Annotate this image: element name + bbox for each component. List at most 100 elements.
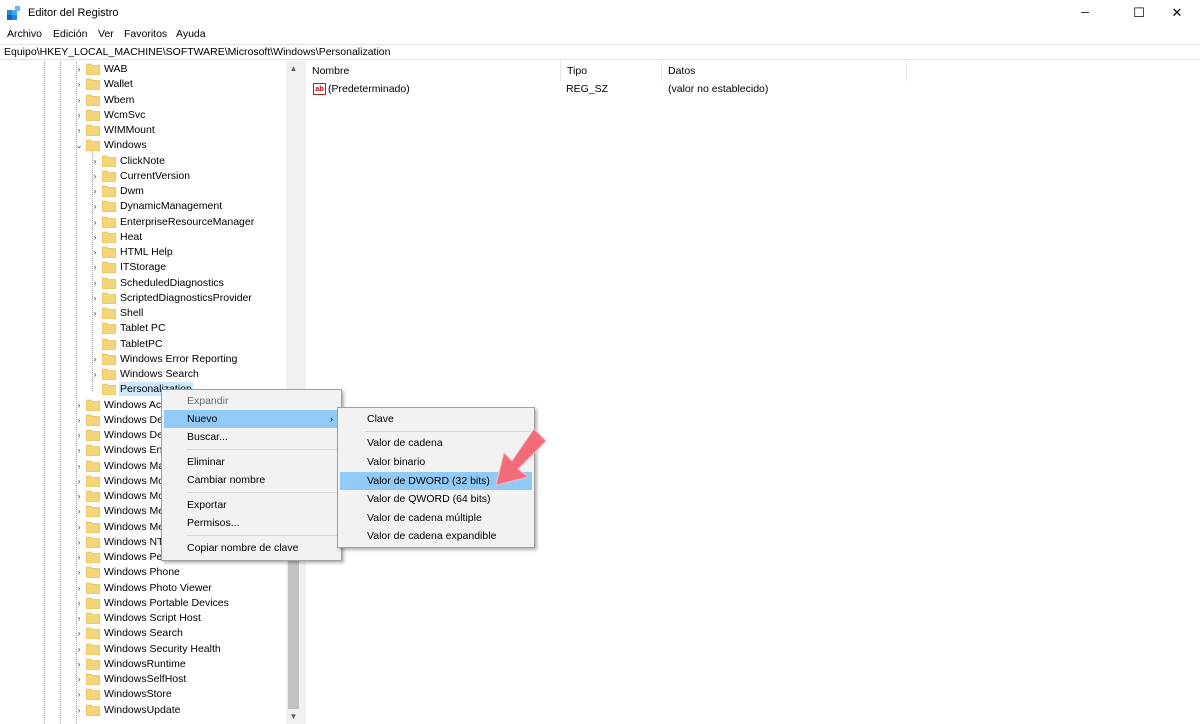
tree-node[interactable]: › Windows Script Host bbox=[0, 611, 286, 626]
menu-edicion[interactable]: Edición bbox=[53, 28, 87, 40]
collapsed-chevron-icon[interactable]: › bbox=[74, 110, 84, 120]
tree-node[interactable]: › WcmSvc bbox=[0, 108, 286, 123]
close-button[interactable]: ✕ bbox=[1154, 0, 1200, 26]
column-header-tipo[interactable]: Tipo bbox=[561, 61, 662, 81]
scroll-down-icon[interactable]: ▼ bbox=[286, 709, 301, 724]
tree-node[interactable]: › CurrentVersion bbox=[0, 169, 286, 184]
collapsed-chevron-icon[interactable]: › bbox=[74, 659, 84, 669]
tree-node[interactable]: › WIMMount bbox=[0, 123, 286, 138]
collapsed-chevron-icon[interactable]: › bbox=[74, 64, 84, 74]
tree-node[interactable]: › Windows Phone bbox=[0, 565, 286, 580]
menu-archivo[interactable]: Archivo bbox=[7, 28, 42, 40]
submenu-item-cadena-expandible[interactable]: Valor de cadena expandible bbox=[340, 527, 532, 545]
collapsed-chevron-icon[interactable]: › bbox=[74, 415, 84, 425]
tree-node[interactable]: › Shell bbox=[0, 306, 286, 321]
menu-favoritos[interactable]: Favoritos bbox=[124, 28, 167, 40]
collapsed-chevron-icon[interactable]: › bbox=[74, 445, 84, 455]
collapsed-chevron-icon[interactable]: › bbox=[74, 644, 84, 654]
collapsed-chevron-icon[interactable]: › bbox=[74, 613, 84, 623]
tree-node[interactable]: › WindowsSelfHost bbox=[0, 672, 286, 687]
menu-item-buscar[interactable]: Buscar... bbox=[164, 428, 339, 446]
collapsed-chevron-icon[interactable]: › bbox=[74, 689, 84, 699]
folder-icon bbox=[101, 292, 117, 305]
submenu-item-cadena-multiple[interactable]: Valor de cadena múltiple bbox=[340, 509, 532, 527]
collapsed-chevron-icon[interactable]: › bbox=[74, 598, 84, 608]
collapsed-chevron-icon[interactable]: › bbox=[90, 354, 100, 364]
scroll-thumb[interactable] bbox=[288, 561, 299, 709]
menu-item-cambiar-nombre[interactable]: Cambiar nombre bbox=[164, 471, 339, 489]
menu-item-permisos[interactable]: Permisos... bbox=[164, 514, 339, 532]
menu-item-exportar[interactable]: Exportar bbox=[164, 496, 339, 514]
tree-node[interactable]: › WindowsStore bbox=[0, 687, 286, 702]
tree-node[interactable]: › Windows Photo Viewer bbox=[0, 581, 286, 596]
tree-node[interactable]: › Dwm bbox=[0, 184, 286, 199]
collapsed-chevron-icon[interactable]: › bbox=[74, 522, 84, 532]
tree-node[interactable]: › Heat bbox=[0, 230, 286, 245]
minimize-button[interactable]: ─ bbox=[1062, 0, 1108, 26]
tree-node[interactable]: › Windows Search bbox=[0, 626, 286, 641]
collapsed-chevron-icon[interactable]: › bbox=[90, 186, 100, 196]
scroll-up-icon[interactable]: ▲ bbox=[286, 61, 301, 76]
tree-node[interactable]: › ITStorage bbox=[0, 260, 286, 275]
collapsed-chevron-icon[interactable]: › bbox=[74, 79, 84, 89]
tree-node[interactable]: › Wbem bbox=[0, 93, 286, 108]
tree-node[interactable]: › EnterpriseResourceManager bbox=[0, 215, 286, 230]
collapsed-chevron-icon[interactable]: › bbox=[74, 567, 84, 577]
collapsed-chevron-icon[interactable]: › bbox=[74, 461, 84, 471]
collapsed-chevron-icon[interactable]: › bbox=[90, 278, 100, 288]
tree-node[interactable]: ⌄ Windows bbox=[0, 138, 286, 153]
expanded-chevron-icon[interactable]: ⌄ bbox=[74, 140, 84, 150]
tree-node[interactable]: › ScriptedDiagnosticsProvider bbox=[0, 291, 286, 306]
collapsed-chevron-icon[interactable]: › bbox=[90, 171, 100, 181]
collapsed-chevron-icon[interactable]: › bbox=[90, 201, 100, 211]
collapsed-chevron-icon[interactable]: › bbox=[74, 537, 84, 547]
tree-node[interactable]: › DynamicManagement bbox=[0, 199, 286, 214]
menu-ver[interactable]: Ver bbox=[98, 28, 114, 40]
menu-item-eliminar[interactable]: Eliminar bbox=[164, 453, 339, 471]
menu-item-expandir[interactable]: Expandir bbox=[164, 392, 339, 410]
collapsed-chevron-icon[interactable]: › bbox=[74, 125, 84, 135]
tree-node[interactable]: › ClickNote bbox=[0, 154, 286, 169]
tree-node[interactable]: › Wallet bbox=[0, 77, 286, 92]
collapsed-chevron-icon[interactable]: › bbox=[74, 552, 84, 562]
collapsed-chevron-icon[interactable]: › bbox=[90, 156, 100, 166]
tree-node[interactable]: › ScheduledDiagnostics bbox=[0, 276, 286, 291]
collapsed-chevron-icon[interactable]: › bbox=[74, 705, 84, 715]
menu-ayuda[interactable]: Ayuda bbox=[176, 28, 206, 40]
tree-node[interactable]: › HTML Help bbox=[0, 245, 286, 260]
collapsed-chevron-icon[interactable]: › bbox=[90, 247, 100, 257]
tree-node[interactable]: Tablet PC bbox=[0, 321, 286, 336]
tree-node[interactable]: › Windows Portable Devices bbox=[0, 596, 286, 611]
collapsed-chevron-icon[interactable]: › bbox=[74, 506, 84, 516]
value-row[interactable]: ab (Predeterminado) REG_SZ (valor no est… bbox=[306, 81, 1200, 98]
collapsed-chevron-icon[interactable]: › bbox=[74, 400, 84, 410]
tree-node[interactable]: › WAB bbox=[0, 62, 286, 77]
collapsed-chevron-icon[interactable]: › bbox=[90, 217, 100, 227]
context-menu: Expandir Nuevo › Buscar... Eliminar Camb… bbox=[161, 389, 342, 561]
tree-node[interactable]: › WindowsRuntime bbox=[0, 657, 286, 672]
collapsed-chevron-icon[interactable]: › bbox=[90, 293, 100, 303]
folder-icon bbox=[101, 322, 117, 335]
tree-node[interactable]: › Windows Error Reporting bbox=[0, 352, 286, 367]
collapsed-chevron-icon[interactable]: › bbox=[74, 491, 84, 501]
menu-item-copiar-nombre[interactable]: Copiar nombre de clave bbox=[164, 539, 339, 557]
tree-node[interactable]: TabletPC bbox=[0, 337, 286, 352]
collapsed-chevron-icon[interactable]: › bbox=[74, 430, 84, 440]
collapsed-chevron-icon[interactable]: › bbox=[90, 232, 100, 242]
menu-separator bbox=[187, 449, 337, 450]
collapsed-chevron-icon[interactable]: › bbox=[74, 674, 84, 684]
collapsed-chevron-icon[interactable]: › bbox=[74, 95, 84, 105]
column-header-nombre[interactable]: Nombre bbox=[306, 61, 561, 81]
collapsed-chevron-icon[interactable]: › bbox=[90, 308, 100, 318]
collapsed-chevron-icon[interactable]: › bbox=[90, 369, 100, 379]
tree-node[interactable]: › WindowsUpdate bbox=[0, 703, 286, 718]
menu-item-nuevo[interactable]: Nuevo › bbox=[164, 410, 339, 428]
collapsed-chevron-icon[interactable]: › bbox=[74, 476, 84, 486]
tree-node[interactable]: › Windows Security Health bbox=[0, 642, 286, 657]
address-bar[interactable]: Equipo\HKEY_LOCAL_MACHINE\SOFTWARE\Micro… bbox=[0, 44, 1200, 60]
tree-node[interactable]: › Windows Search bbox=[0, 367, 286, 382]
collapsed-chevron-icon[interactable]: › bbox=[74, 628, 84, 638]
column-header-datos[interactable]: Datos bbox=[662, 61, 907, 81]
collapsed-chevron-icon[interactable]: › bbox=[90, 262, 100, 272]
collapsed-chevron-icon[interactable]: › bbox=[74, 583, 84, 593]
